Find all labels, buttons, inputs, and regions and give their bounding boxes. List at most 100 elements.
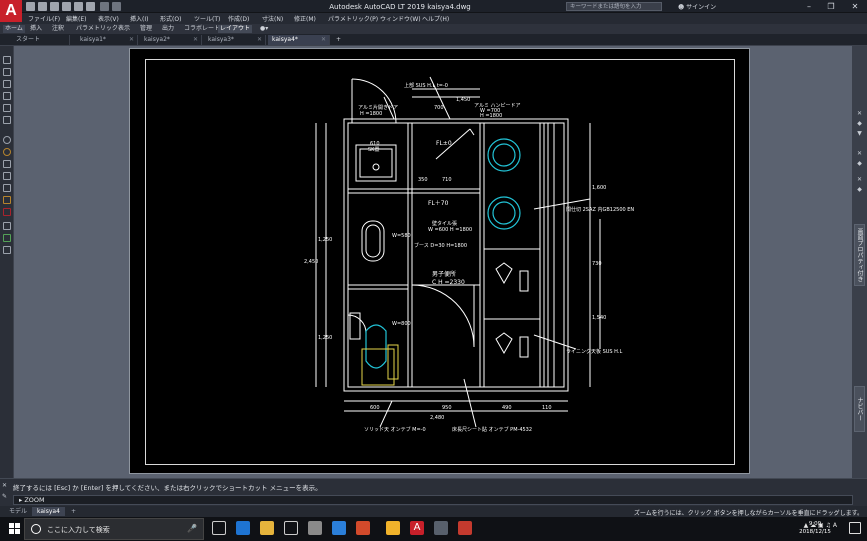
mail-icon[interactable] bbox=[284, 521, 298, 535]
menu-parametric[interactable]: パラメトリック(P) bbox=[328, 14, 378, 23]
close-tab-icon[interactable]: ✕ bbox=[129, 35, 134, 45]
minimize-icon[interactable]: – bbox=[800, 1, 818, 12]
properties-palette-tab[interactable]: 画面プロパティ付き bbox=[854, 224, 865, 286]
menu-help[interactable]: ヘルプ(H) bbox=[422, 14, 449, 23]
spline-icon[interactable] bbox=[3, 160, 11, 168]
ribbon-tab-layout[interactable]: レイアウト bbox=[218, 25, 253, 33]
app-icon-1[interactable] bbox=[332, 521, 346, 535]
save-icon[interactable] bbox=[50, 2, 59, 11]
plot-icon[interactable] bbox=[86, 2, 95, 11]
menu-dimension[interactable]: 寸法(N) bbox=[262, 14, 283, 23]
rectangle-icon[interactable] bbox=[3, 104, 11, 112]
windows-start-icon[interactable] bbox=[9, 523, 20, 534]
menu-format[interactable]: 形式(O) bbox=[160, 14, 181, 23]
revcloud-icon[interactable] bbox=[3, 148, 11, 156]
app-icon-2[interactable] bbox=[356, 521, 370, 535]
save-as-icon[interactable] bbox=[62, 2, 71, 11]
insert-block-icon[interactable] bbox=[3, 184, 11, 192]
layout-paper[interactable]: 上部 SUS H.L t=-0 アルミ片開きドア H =1800 610 SK置… bbox=[129, 48, 750, 474]
app-icon-4[interactable] bbox=[458, 521, 472, 535]
close-tab-icon[interactable]: ✕ bbox=[257, 35, 262, 45]
clock[interactable]: 9:09 2018/12/15 bbox=[798, 520, 832, 536]
store-icon[interactable] bbox=[308, 521, 322, 535]
palette3-close-icon[interactable]: ✕ bbox=[855, 176, 864, 184]
app-icon-3[interactable] bbox=[434, 521, 448, 535]
undo-icon[interactable] bbox=[100, 2, 109, 11]
ribbon-tab-parametric[interactable]: パラメトリック bbox=[74, 25, 120, 33]
palette-settings-icon[interactable]: ◆ bbox=[855, 120, 864, 128]
ime-indicator[interactable]: A bbox=[833, 522, 837, 529]
ellipse-icon[interactable] bbox=[3, 172, 11, 180]
ribbon-tab-manage[interactable]: 管理 bbox=[138, 25, 154, 33]
open-file-icon[interactable] bbox=[38, 2, 47, 11]
notification-icon[interactable] bbox=[849, 522, 861, 534]
windows-taskbar: ここに入力して検索 🎤 A ▲ ☁ ▣ ♫ A 9:09 2018/12/15 bbox=[0, 517, 867, 541]
new-file-icon[interactable] bbox=[26, 2, 35, 11]
close-tab-icon[interactable]: ✕ bbox=[193, 35, 198, 45]
task-view-icon[interactable] bbox=[212, 521, 226, 535]
ribbon-tab-view[interactable]: 表示 bbox=[116, 25, 132, 33]
doc-tab-kaisya3[interactable]: kaisya3* ✕ bbox=[204, 35, 266, 45]
command-input[interactable]: ▸ ZOOM bbox=[13, 495, 853, 505]
maximize-icon[interactable]: ❐ bbox=[822, 1, 840, 12]
add-layout-icon[interactable]: + bbox=[66, 507, 81, 516]
java-icon[interactable] bbox=[386, 521, 400, 535]
ribbon-tab-output[interactable]: 出力 bbox=[160, 25, 176, 33]
label-lining: ライニング天板 SUS H.L bbox=[566, 348, 622, 355]
command-customize-icon[interactable]: ✎ bbox=[2, 493, 7, 500]
ribbon-tab-annotate[interactable]: 注釈 bbox=[50, 25, 66, 33]
menu-insert[interactable]: 挿入(I) bbox=[130, 14, 148, 23]
taskbar-search-input[interactable]: ここに入力して検索 🎤 bbox=[24, 518, 204, 540]
dim-10: 1,540 bbox=[592, 315, 606, 321]
new-tab-icon[interactable]: + bbox=[332, 35, 346, 45]
ribbon-collapse-icon[interactable]: ●▾ bbox=[258, 25, 270, 33]
ribbon-tab-collaborate[interactable]: コラボレート bbox=[182, 25, 222, 33]
menu-modify[interactable]: 修正(M) bbox=[294, 14, 316, 23]
redo-icon[interactable] bbox=[112, 2, 121, 11]
menu-draw[interactable]: 作成(D) bbox=[228, 14, 249, 23]
palette-close-icon[interactable]: ✕ bbox=[855, 110, 864, 118]
circle-icon[interactable] bbox=[3, 136, 11, 144]
point-icon[interactable] bbox=[3, 208, 11, 216]
ribbon-tab-insert[interactable]: 挿入 bbox=[28, 25, 44, 33]
explorer-icon[interactable] bbox=[260, 521, 274, 535]
microphone-icon[interactable]: 🎤 bbox=[187, 524, 197, 533]
palette3-settings-icon[interactable]: ◆ bbox=[855, 186, 864, 194]
doc-tab-kaisya1[interactable]: kaisya1* ✕ bbox=[76, 35, 138, 45]
arc-icon[interactable] bbox=[3, 116, 11, 124]
edge-icon[interactable] bbox=[236, 521, 250, 535]
palette-autohide-icon[interactable]: ▼ bbox=[855, 130, 864, 138]
signin-button[interactable]: ☻ サインイン bbox=[678, 2, 716, 11]
command-close-icon[interactable]: ✕ bbox=[2, 482, 7, 489]
help-search-input[interactable]: キーワードまたは語句を入力 bbox=[566, 2, 662, 11]
navbar-tab[interactable]: ナビバー bbox=[854, 386, 865, 432]
menu-window[interactable]: ウィンドウ(W) bbox=[380, 14, 421, 23]
print-icon[interactable] bbox=[74, 2, 83, 11]
doc-tab-kaisya2[interactable]: kaisya2* ✕ bbox=[140, 35, 202, 45]
menu-file[interactable]: ファイル(F) bbox=[28, 14, 60, 23]
construction-line-icon[interactable] bbox=[3, 68, 11, 76]
menu-tools[interactable]: ツール(T) bbox=[194, 14, 220, 23]
layout-tab-kaisya4[interactable]: kaisya4 bbox=[32, 507, 65, 516]
palette2-settings-icon[interactable]: ◆ bbox=[855, 160, 864, 168]
gradient-icon[interactable] bbox=[3, 234, 11, 242]
make-block-icon[interactable] bbox=[3, 196, 11, 204]
autocad-logo-icon[interactable]: A bbox=[0, 0, 22, 22]
close-icon[interactable]: ✕ bbox=[846, 1, 864, 12]
label-urinal: ソリッド天 オンテブ M=-0 bbox=[364, 426, 426, 433]
polygon-icon[interactable] bbox=[3, 92, 11, 100]
doc-tab-kaisya4[interactable]: kaisya4* ✕ bbox=[268, 35, 330, 45]
model-tab[interactable]: モデル bbox=[4, 507, 32, 516]
ribbon-tab-home[interactable]: ホーム bbox=[3, 25, 25, 33]
hatch-icon[interactable] bbox=[3, 222, 11, 230]
autocad-taskbar-icon[interactable]: A bbox=[410, 521, 424, 535]
palette2-close-icon[interactable]: ✕ bbox=[855, 150, 864, 158]
line-tool-icon[interactable] bbox=[3, 56, 11, 64]
close-tab-icon[interactable]: ✕ bbox=[321, 35, 326, 45]
region-icon[interactable] bbox=[3, 246, 11, 254]
polyline-icon[interactable] bbox=[3, 80, 11, 88]
doc-tab-start[interactable]: スタート bbox=[12, 35, 70, 45]
menu-view[interactable]: 表示(V) bbox=[98, 14, 119, 23]
floor-plan-drawing[interactable]: 上部 SUS H.L t=-0 アルミ片開きドア H =1800 610 SK置… bbox=[130, 49, 751, 475]
menu-edit[interactable]: 編集(E) bbox=[66, 14, 86, 23]
